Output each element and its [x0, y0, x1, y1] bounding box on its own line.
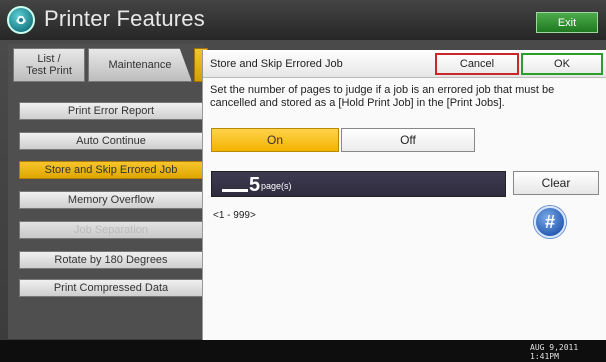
date-time-display: AUG 9,2011 1:41PM	[530, 343, 578, 361]
dialog-title: Store and Skip Errored Job	[210, 58, 343, 70]
hash-enter-button[interactable]: #	[534, 206, 566, 238]
exit-button[interactable]: Exit	[536, 12, 598, 33]
ok-button[interactable]: OK	[521, 53, 603, 75]
time-text: 1:41PM	[530, 352, 559, 361]
print-error-report-button[interactable]: Print Error Report	[19, 102, 203, 120]
screen: Printer Features Exit List / Test Print …	[0, 0, 606, 362]
page-count-value: 5	[249, 174, 261, 196]
cancel-button[interactable]: Cancel	[435, 53, 519, 75]
tab-label-line2: Test Print	[26, 65, 72, 77]
rotate-by-180-degrees-button[interactable]: Rotate by 180 Degrees	[19, 251, 203, 269]
auto-continue-button[interactable]: Auto Continue	[19, 132, 203, 150]
off-option-button[interactable]: Off	[341, 128, 475, 152]
tab-label-line1: List /	[37, 53, 61, 65]
on-option-button[interactable]: On	[211, 128, 339, 152]
status-footer: AUG 9,2011 1:41PM	[0, 340, 606, 362]
store-and-skip-dialog: Store and Skip Errored Job Cancel OK Set…	[202, 50, 606, 340]
input-underline	[222, 189, 248, 192]
date-text: AUG 9,2011	[530, 343, 579, 352]
printer-features-icon	[7, 6, 35, 34]
dialog-header: Store and Skip Errored Job Cancel OK	[203, 50, 606, 78]
tab-maintenance[interactable]: Maintenance	[88, 48, 192, 82]
value-range: <1 - 999>	[213, 210, 256, 221]
tab-label: List / Test Print	[26, 53, 72, 77]
app-title: Printer Features	[44, 6, 205, 31]
page-count-unit: page(s)	[261, 181, 292, 191]
print-compressed-data-button[interactable]: Print Compressed Data	[19, 279, 203, 297]
dialog-description: Set the number of pages to judge if a jo…	[210, 84, 555, 109]
header-bar: Printer Features Exit	[0, 0, 606, 40]
clear-button[interactable]: Clear	[513, 171, 599, 195]
tab-list-test-print[interactable]: List / Test Print	[13, 48, 85, 82]
store-and-skip-errored-job-button[interactable]: Store and Skip Errored Job	[19, 161, 203, 179]
page-count-field[interactable]: 5 page(s)	[211, 171, 506, 197]
memory-overflow-button[interactable]: Memory Overflow	[19, 191, 203, 209]
job-separation-button: Job Separation	[19, 221, 203, 239]
settings-panel: List / Test Print Maintenance Print Erro…	[8, 44, 208, 339]
